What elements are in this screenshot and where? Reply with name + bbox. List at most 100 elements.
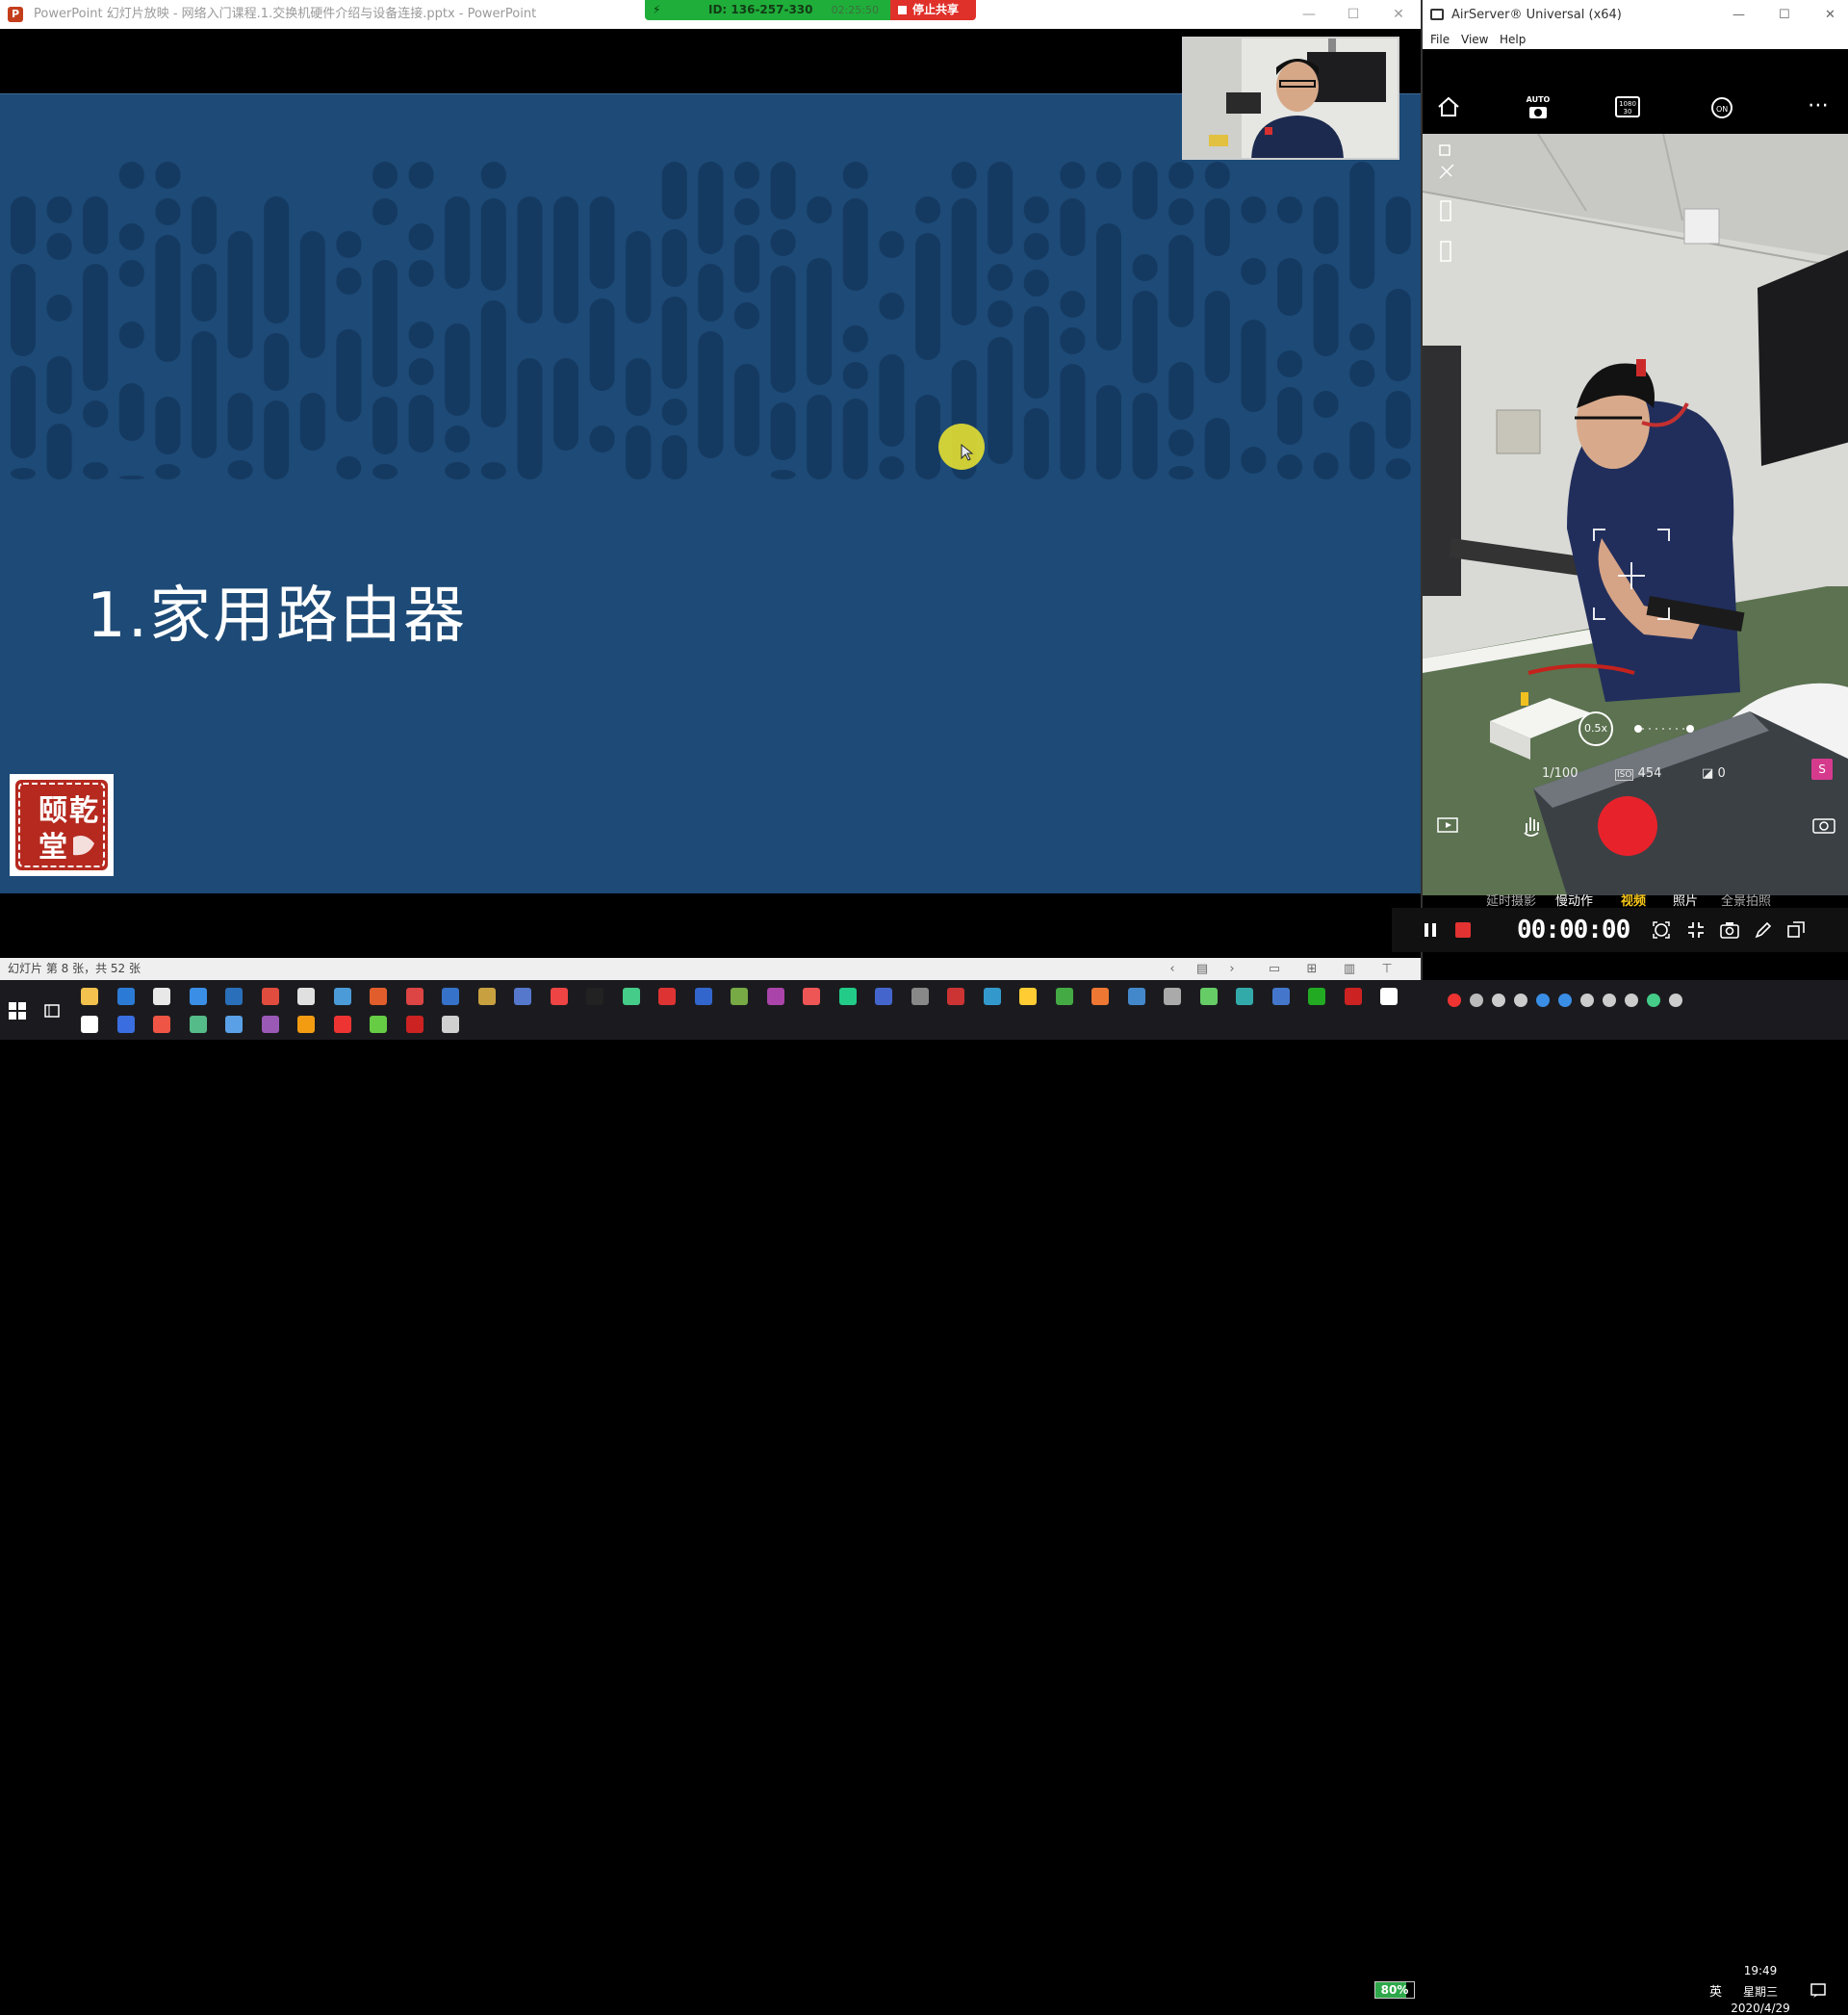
taskbar-app-icon[interactable] [766, 988, 784, 1005]
tray-icon[interactable] [1580, 994, 1594, 1007]
tray-icon[interactable] [1470, 994, 1483, 1007]
taskbar-app-icon[interactable] [297, 1016, 315, 1033]
tray-icon[interactable] [1536, 994, 1550, 1007]
mode-photo[interactable]: 照片 [1673, 891, 1698, 909]
taskbar-app-icon[interactable] [333, 1016, 351, 1033]
camera-snapshot-icon[interactable] [1719, 920, 1740, 940]
clock-time[interactable]: 19:49 [1717, 1964, 1804, 1977]
gesture-off-icon[interactable] [1519, 812, 1546, 839]
slide-menu-icon[interactable]: ▤ [1194, 962, 1210, 976]
taskbar-app-icon[interactable] [1271, 988, 1290, 1005]
taskbar-app-icon[interactable] [1236, 988, 1253, 1005]
taskbar-app-icon[interactable] [622, 988, 640, 1005]
normal-view-icon[interactable]: ▭ [1267, 962, 1282, 976]
taskbar-app-icon[interactable] [658, 988, 676, 1005]
tray-icon[interactable] [1558, 994, 1572, 1007]
taskbar-app-icon[interactable] [261, 1016, 279, 1033]
taskbar-app-icon[interactable] [1091, 988, 1109, 1005]
maximize-button[interactable]: ☐ [1331, 0, 1375, 29]
menu-view[interactable]: View [1461, 30, 1488, 49]
taskbar-app-icon[interactable] [261, 988, 279, 1005]
tray-icon[interactable] [1492, 994, 1505, 1007]
menu-file[interactable]: File [1430, 30, 1450, 49]
stop-recording-icon[interactable] [1453, 920, 1473, 940]
resolution-icon[interactable]: 1080 30 [1615, 96, 1640, 117]
mode-video[interactable]: 视频 [1621, 891, 1646, 909]
airserver-close-button[interactable]: ✕ [1825, 0, 1835, 30]
slideshow-view-icon[interactable]: ⊤ [1379, 962, 1395, 976]
taskbar-app-icon[interactable] [189, 988, 207, 1005]
taskbar-app-icon[interactable] [225, 1016, 243, 1033]
airserver-minimize-button[interactable]: — [1732, 0, 1745, 30]
taskbar-app-icon[interactable] [405, 988, 424, 1005]
taskbar-app-icon[interactable] [297, 988, 315, 1005]
minimize-button[interactable]: — [1287, 0, 1331, 29]
taskbar-app-icon[interactable] [694, 988, 712, 1005]
next-slide-icon[interactable]: › [1224, 962, 1240, 976]
taskbar-app-icon[interactable] [370, 988, 387, 1005]
taskbar-app-icon[interactable] [477, 988, 496, 1005]
taskbar-app-icon[interactable] [983, 988, 1001, 1005]
taskbar-app-icon[interactable] [550, 988, 568, 1005]
taskbar-app-icon[interactable] [442, 988, 459, 1005]
taskbar-app-icon[interactable] [225, 988, 243, 1005]
taskbar-app-icon[interactable] [1019, 988, 1037, 1005]
switch-camera-icon[interactable] [1811, 815, 1836, 835]
airserver-title-bar[interactable]: AirServer® Universal (x64) — ☐ ✕ [1423, 0, 1848, 30]
taskbar-app-icon[interactable] [947, 988, 964, 1005]
tray-icon[interactable] [1625, 994, 1638, 1007]
close-button[interactable]: ✕ [1376, 0, 1421, 29]
minimize-view-icon[interactable] [1686, 920, 1706, 940]
battery-indicator[interactable]: 80% [1374, 1981, 1415, 1999]
taskbar-app-icon[interactable] [586, 988, 603, 1005]
taskbar-app-icon[interactable] [1127, 988, 1145, 1005]
windows-start-icon[interactable] [8, 1001, 27, 1020]
record-button[interactable] [1598, 796, 1657, 856]
taskbar-app-icon[interactable] [116, 1016, 135, 1033]
taskbar-app-icon[interactable] [81, 988, 98, 1005]
stop-sharing-button[interactable]: 停止共享 [890, 0, 976, 20]
mode-timelapse[interactable]: 延时摄影 [1486, 891, 1536, 909]
taskbar-app-icon[interactable] [153, 1016, 170, 1033]
taskbar-app-icon[interactable] [370, 1016, 387, 1033]
clock-date[interactable]: 2020/4/29 [1717, 2002, 1804, 2015]
previous-slide-icon[interactable]: ‹ [1165, 962, 1180, 976]
pen-icon[interactable] [1754, 920, 1773, 940]
side-badge[interactable]: S [1811, 759, 1833, 780]
gallery-icon[interactable] [1436, 815, 1459, 835]
taskbar-app-icon[interactable] [1308, 988, 1325, 1005]
taskbar-app-icon[interactable] [731, 988, 748, 1005]
popout-icon[interactable] [1786, 920, 1806, 940]
taskbar-app-icon[interactable] [1380, 988, 1398, 1005]
tray-icon[interactable] [1647, 994, 1660, 1007]
mode-panorama[interactable]: 全景拍照 [1721, 891, 1771, 909]
taskbar-app-icon[interactable] [333, 988, 351, 1005]
airserver-maximize-button[interactable]: ☐ [1779, 0, 1790, 30]
tray-icon[interactable] [1448, 994, 1461, 1007]
taskbar-app-icon[interactable] [514, 988, 531, 1005]
menu-help[interactable]: Help [1500, 30, 1526, 49]
task-view-icon[interactable] [42, 1001, 62, 1020]
slide-sorter-icon[interactable]: ⊞ [1304, 962, 1320, 976]
taskbar-app-icon[interactable] [1164, 988, 1181, 1005]
taskbar-app-icon[interactable] [875, 988, 892, 1005]
stabilization-on-icon[interactable]: ON [1709, 95, 1734, 120]
tray-icon[interactable] [1514, 994, 1527, 1007]
auto-capture-icon[interactable]: AUTO [1523, 95, 1553, 123]
notifications-icon[interactable] [1810, 1981, 1827, 1999]
pause-icon[interactable] [1421, 920, 1440, 940]
more-options-icon[interactable]: ⋯ [1808, 93, 1830, 117]
taskbar-app-icon[interactable] [803, 988, 820, 1005]
taskbar-app-icon[interactable] [1344, 988, 1362, 1005]
screenshot-region-icon[interactable] [1652, 920, 1671, 940]
taskbar-app-icon[interactable] [1055, 988, 1073, 1005]
taskbar-app-icon[interactable] [1199, 988, 1218, 1005]
home-icon[interactable] [1436, 95, 1461, 118]
reading-view-icon[interactable]: ▥ [1342, 962, 1357, 976]
tray-icon[interactable] [1603, 994, 1616, 1007]
taskbar-app-icon[interactable] [911, 988, 929, 1005]
mode-slowmo[interactable]: 慢动作 [1555, 891, 1593, 909]
taskbar-app-icon[interactable] [81, 1016, 98, 1033]
tray-icon[interactable] [1669, 994, 1682, 1007]
clock-weekday[interactable]: 星期三 [1717, 1983, 1804, 2000]
